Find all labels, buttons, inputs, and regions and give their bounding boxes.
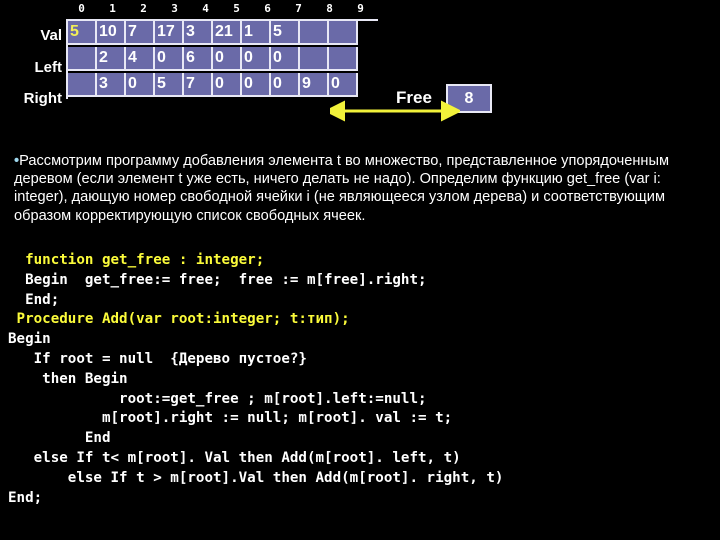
array-cell bbox=[329, 47, 358, 71]
array-cell: 17 bbox=[155, 21, 184, 45]
array-cell: 10 bbox=[97, 21, 126, 45]
column-header: 6 bbox=[264, 2, 271, 15]
code-line: Procedure Add(var root:integer; t:тип); bbox=[8, 311, 350, 328]
column-header: 9 bbox=[357, 2, 364, 15]
code-line: else If t< m[root]. Val then Add(m[root]… bbox=[8, 449, 461, 466]
table-row: 5 10 7 17 3 21 1 5 bbox=[68, 21, 378, 47]
row-label-right: Right bbox=[23, 90, 62, 107]
intro-text: Рассмотрим программу добавления элемента… bbox=[14, 153, 670, 224]
column-header: 1 bbox=[109, 2, 116, 15]
column-header: 2 bbox=[140, 2, 147, 15]
code-line: End bbox=[8, 430, 111, 447]
code-line: then Begin bbox=[8, 370, 128, 387]
array-cell: 0 bbox=[329, 73, 358, 97]
code-line: End; bbox=[8, 489, 43, 506]
array-cell bbox=[68, 73, 97, 97]
column-header: 4 bbox=[202, 2, 209, 15]
array-cell: 5 bbox=[271, 21, 300, 45]
array-cell: 0 bbox=[126, 73, 155, 97]
array-cell: 5 bbox=[155, 73, 184, 97]
code-line: If root = null {Дерево пустое?} bbox=[8, 350, 307, 367]
array-cell: 1 bbox=[242, 21, 271, 45]
column-header: 5 bbox=[233, 2, 240, 15]
code-line: root:=get_free ; m[root].left:=null; bbox=[8, 390, 427, 407]
code-line: Begin get_free:= free; free := m[free].r… bbox=[8, 271, 427, 288]
code-line: else If t > m[root].Val then Add(m[root]… bbox=[8, 469, 504, 486]
row-label-left: Left bbox=[34, 59, 63, 76]
pascal-code-block: function get_free : integer; Begin get_f… bbox=[8, 251, 714, 508]
array-cell bbox=[300, 21, 329, 45]
free-list-double-arrow bbox=[330, 100, 460, 122]
array-cell: 0 bbox=[242, 47, 271, 71]
array-cell: 7 bbox=[126, 21, 155, 45]
column-header: 0 bbox=[78, 2, 85, 15]
array-cell: 0 bbox=[271, 73, 300, 97]
array-cell: 0 bbox=[213, 73, 242, 97]
array-cell: 21 bbox=[213, 21, 242, 45]
array-cell bbox=[300, 47, 329, 71]
code-line: End; bbox=[8, 291, 60, 308]
array-cell: 4 bbox=[126, 47, 155, 71]
array-cell: 0 bbox=[271, 47, 300, 71]
code-line: Begin bbox=[8, 331, 51, 348]
array-cell: 9 bbox=[300, 73, 329, 97]
intro-paragraph: •Рассмотрим программу добавления элемент… bbox=[14, 152, 708, 225]
column-header: 8 bbox=[326, 2, 333, 15]
code-line: m[root].right := null; m[root]. val := t… bbox=[8, 410, 453, 427]
array-cell: 3 bbox=[97, 73, 126, 97]
array-cell: 0 bbox=[213, 47, 242, 71]
array-cell: 0 bbox=[155, 47, 184, 71]
array-cell: 0 bbox=[242, 73, 271, 97]
column-header: 7 bbox=[295, 2, 302, 15]
array-grid: 5 10 7 17 3 21 1 5 2 4 0 6 0 0 0 3 0 5 7 0 0 0 9 0 bbox=[66, 19, 378, 99]
code-line: function get_free : integer; bbox=[8, 252, 265, 268]
array-cell bbox=[68, 47, 97, 71]
array-cell: 5 bbox=[68, 21, 97, 45]
array-cell bbox=[329, 21, 358, 45]
array-cell: 2 bbox=[97, 47, 126, 71]
array-cell: 7 bbox=[184, 73, 213, 97]
column-header-row: 0 1 2 3 4 5 6 7 8 9 bbox=[66, 2, 376, 16]
array-cell: 6 bbox=[184, 47, 213, 71]
table-row: 2406000 bbox=[68, 47, 378, 73]
array-cell: 3 bbox=[184, 21, 213, 45]
row-label-val: Val bbox=[40, 27, 62, 44]
column-header: 3 bbox=[171, 2, 178, 15]
